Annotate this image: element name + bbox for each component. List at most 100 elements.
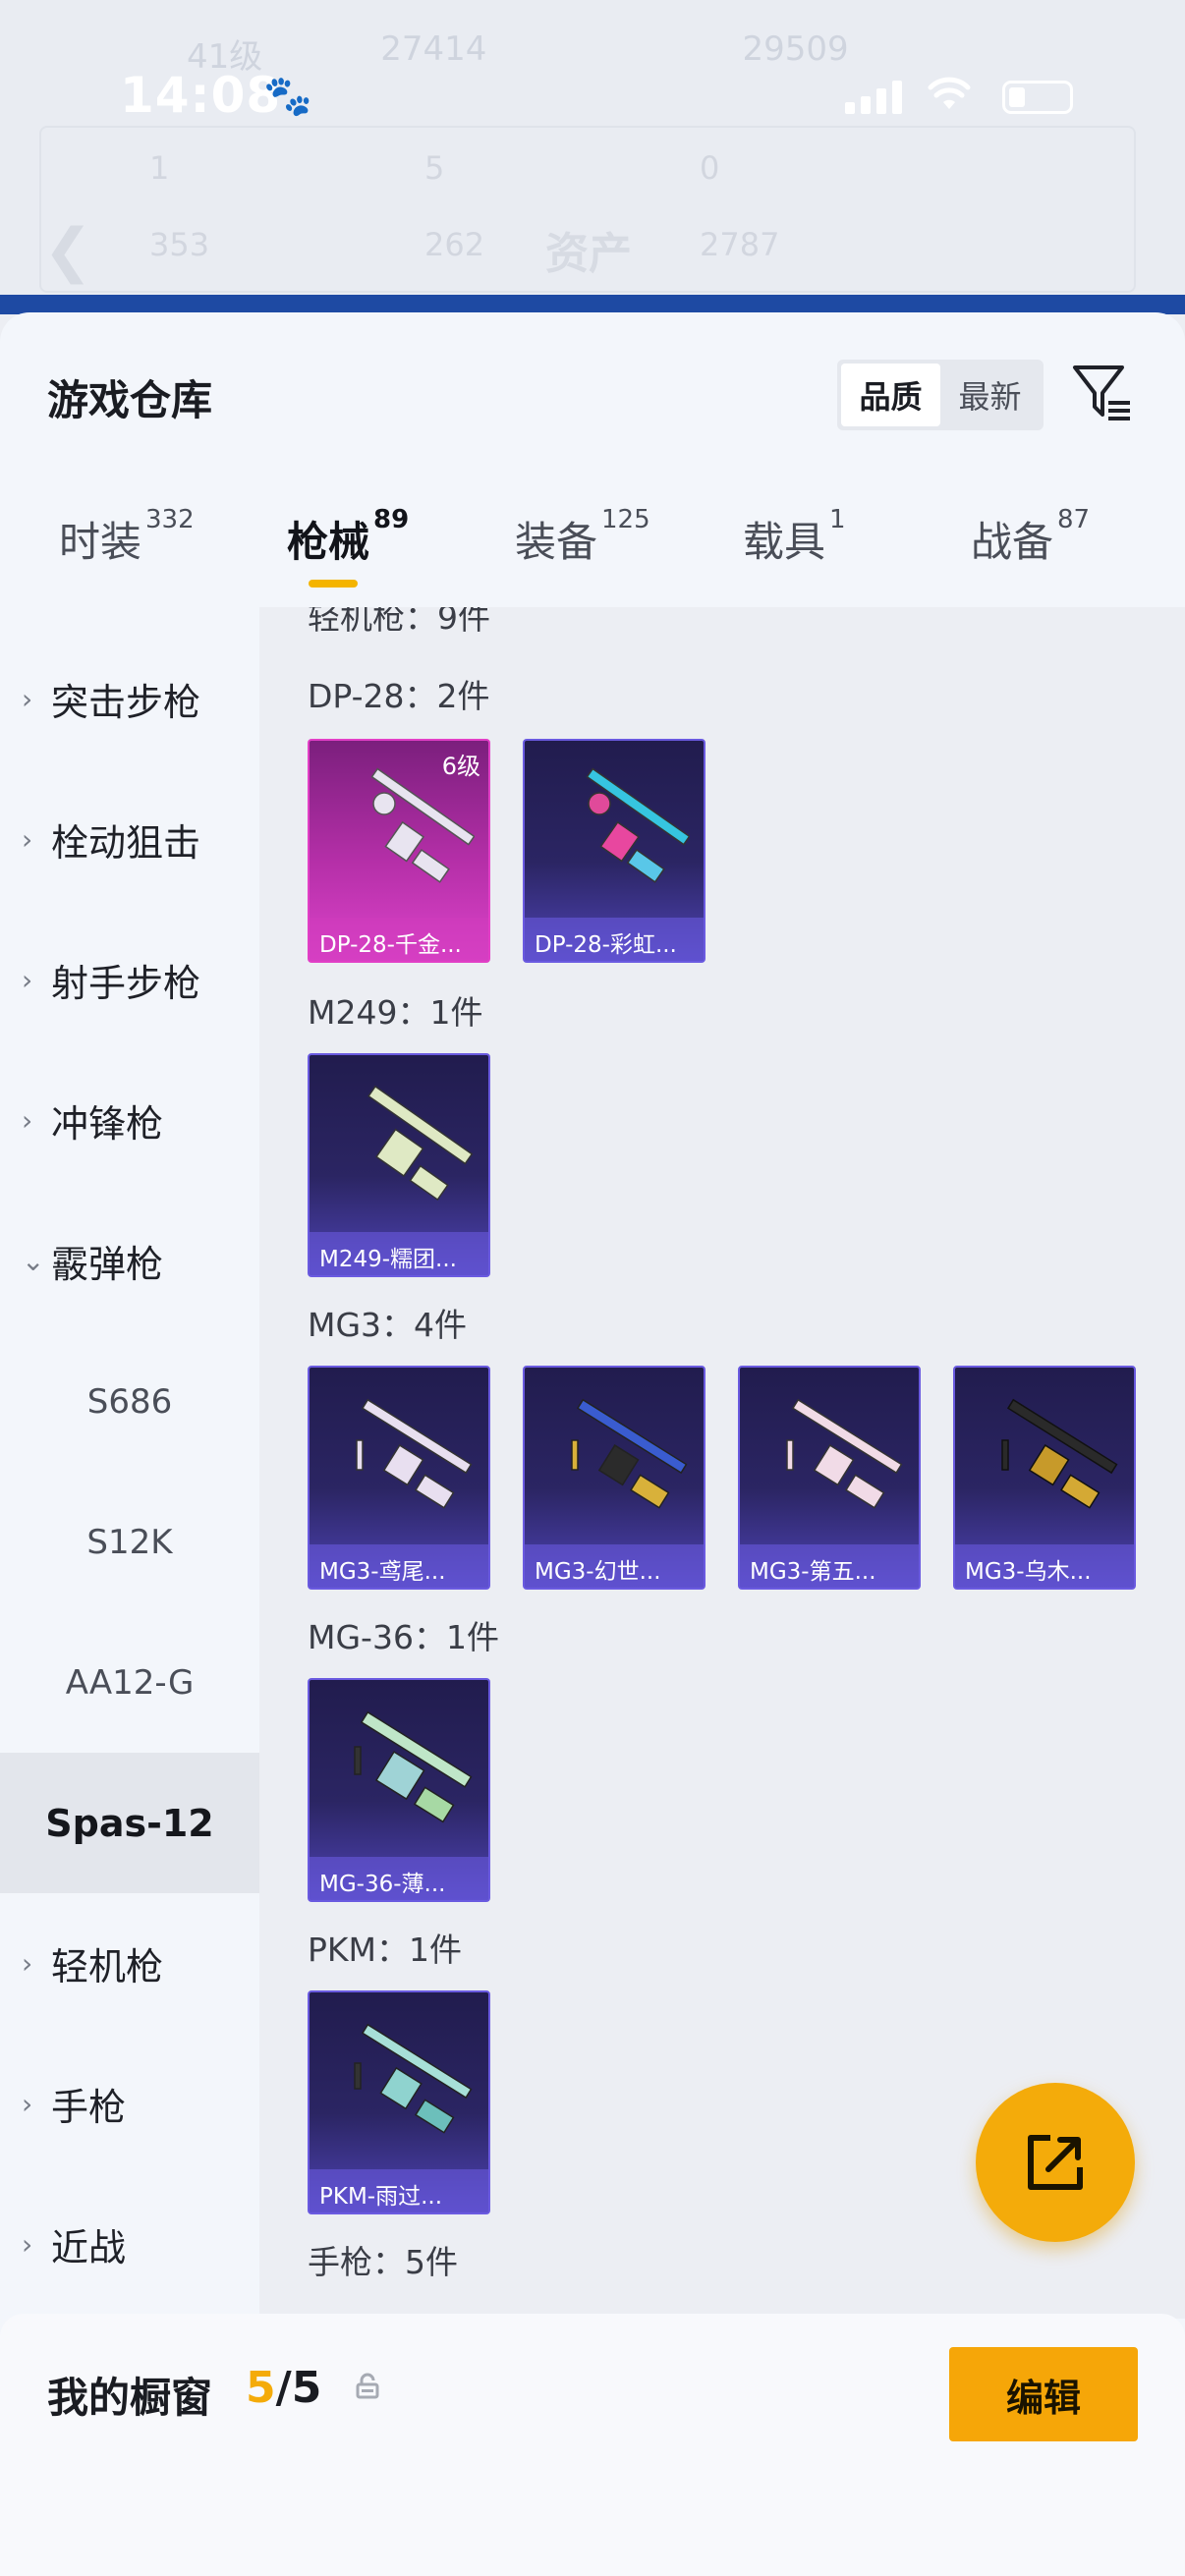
bg-strip [0, 295, 1185, 314]
sidebar-item-shotgun[interactable]: ⌄ 霰弹枪 [0, 1191, 259, 1331]
sidebar-sub-spas12[interactable]: Spas-12 [0, 1753, 259, 1893]
skin-name: MG3-幻世... [525, 1544, 704, 1588]
tab-vehicles[interactable]: 载具 1 [743, 505, 846, 569]
tab-count: 332 [145, 505, 195, 534]
skin-name: DP-28-彩虹... [525, 918, 704, 961]
skin-card[interactable]: M249-糯团... [308, 1053, 490, 1277]
skin-card[interactable]: MG3-幻世... [523, 1366, 705, 1590]
sidebar-sub-s686[interactable]: S686 [0, 1331, 259, 1472]
lock-icon [356, 2373, 379, 2399]
bg-stat-1: 1 [149, 149, 170, 187]
sheet-title: 游戏仓库 [47, 376, 213, 424]
sheet-header: 游戏仓库 品质 最新 [0, 312, 1185, 430]
skin-name: MG-36-薄... [310, 1857, 488, 1900]
showcase-bar: 我的橱窗 5/5 编辑 [0, 2314, 1185, 2576]
warehouse-sheet: 游戏仓库 品质 最新 时装 332 枪械 89 装备 125 载具 1 战备 87 › 突击… [0, 312, 1185, 2576]
status-time: 14:08 [120, 67, 282, 124]
sidebar-item-label: 手枪 [51, 2086, 127, 2129]
group-title-mg36: MG-36：1件 [308, 1618, 499, 1656]
paw-icon: 🐾 [263, 74, 312, 119]
sort-toggle[interactable]: 品质 最新 [837, 360, 1044, 430]
skin-name: MG3-鸢尾... [310, 1544, 488, 1588]
sidebar-item-lmg[interactable]: › 轻机枪 [0, 1893, 259, 2034]
skin-name: PKM-雨过... [310, 2169, 488, 2212]
tab-label: 装备 [515, 518, 598, 566]
tab-count: 87 [1057, 505, 1091, 534]
sidebar-sub-aa12g[interactable]: AA12-G [0, 1612, 259, 1753]
tab-count: 125 [601, 505, 650, 534]
skin-name: DP-28-千金... [310, 918, 488, 961]
bg-page-title: 资产 [545, 229, 632, 279]
share-icon [1028, 2135, 1083, 2190]
sidebar-item-assault-rifle[interactable]: › 突击步枪 [0, 629, 259, 769]
skin-name: MG3-乌木... [955, 1544, 1134, 1588]
back-icon[interactable]: ❮ [43, 216, 92, 285]
sidebar-item-label: 栓动狙击 [51, 821, 201, 865]
sidebar-item-bolt-sniper[interactable]: › 栓动狙击 [0, 769, 259, 910]
sort-latest-button[interactable]: 最新 [940, 364, 1040, 426]
group-title-pkm: PKM：1件 [308, 1931, 463, 1969]
sidebar-item-pistol[interactable]: › 手枪 [0, 2034, 259, 2174]
gun-icon [586, 767, 690, 883]
chevron-right-icon: › [22, 2228, 33, 2261]
chevron-down-icon: ⌄ [22, 1245, 45, 1277]
sort-quality-button[interactable]: 品质 [841, 364, 940, 426]
sidebar-item-label: 近战 [51, 2226, 127, 2269]
gun-icon [354, 1710, 473, 1823]
weapon-list[interactable]: 轻机枪：9件 DP-28：2件 6级 DP-28-千金... DP-28-彩虹.… [259, 607, 1185, 2319]
sidebar-item-label: 霰弹枪 [51, 1243, 164, 1286]
tab-supplies[interactable]: 战备 87 [971, 505, 1090, 569]
chevron-right-icon: › [22, 823, 33, 856]
signal-icon [845, 81, 902, 114]
skin-card[interactable]: MG3-第五... [738, 1366, 921, 1590]
showcase-total: 5 [291, 2363, 322, 2413]
bg-stat-6: 2787 [700, 226, 780, 263]
chevron-right-icon: › [22, 1947, 33, 1980]
filter-icon[interactable] [1071, 362, 1134, 424]
gun-icon [571, 1398, 688, 1509]
skin-card[interactable]: MG3-鸢尾... [308, 1366, 490, 1590]
sidebar-item-melee[interactable]: › 近战 [0, 2174, 259, 2315]
skin-card[interactable]: 6级 DP-28-千金... [308, 739, 490, 963]
battery-icon [1002, 81, 1073, 114]
chevron-right-icon: › [22, 2088, 33, 2120]
group-title-m249: M249：1件 [308, 993, 483, 1032]
gun-icon [367, 1085, 474, 1202]
bg-stat-5: 262 [424, 226, 485, 263]
tab-firearms[interactable]: 枪械 89 [287, 505, 409, 588]
skin-card[interactable]: MG3-乌木... [953, 1366, 1136, 1590]
edit-button[interactable]: 编辑 [949, 2347, 1138, 2441]
tab-active-indicator [309, 580, 358, 588]
bg-stat-3: 0 [700, 149, 720, 187]
showcase-used: 5 [246, 2363, 276, 2413]
sidebar-item-label: 轻机枪 [51, 1945, 164, 1988]
tab-label: 时装 [59, 518, 142, 566]
sidebar-sub-s12k[interactable]: S12K [0, 1472, 259, 1612]
tab-equipment[interactable]: 装备 125 [515, 505, 650, 569]
sidebar-item-label: 突击步枪 [51, 681, 201, 724]
showcase-count: 5/5 [246, 2363, 321, 2413]
sidebar-item-label: 射手步枪 [51, 962, 201, 1005]
bg-stat-4: 353 [149, 226, 210, 263]
sidebar-item-marksman[interactable]: › 射手步枪 [0, 910, 259, 1050]
sidebar-item-smg[interactable]: › 冲锋枪 [0, 1050, 259, 1191]
tab-label: 载具 [743, 518, 826, 566]
tab-count: 1 [829, 505, 846, 534]
gun-icon [370, 767, 475, 883]
skin-card[interactable]: PKM-雨过... [308, 1990, 490, 2214]
group-title-dp28: DP-28：2件 [308, 677, 490, 715]
chevron-right-icon: › [22, 1104, 33, 1137]
skin-card[interactable]: MG-36-薄... [308, 1678, 490, 1902]
share-button[interactable] [976, 2083, 1135, 2242]
background-page: 41级 27414 29509 1 5 0 353 262 2787 ❮ 资产 [0, 0, 1185, 314]
tab-count: 89 [373, 505, 410, 534]
group-title-lmg: 轻机枪：9件 [308, 607, 490, 637]
tab-fashion[interactable]: 时装 332 [59, 505, 195, 569]
sidebar-item-label: 冲锋枪 [51, 1102, 164, 1146]
group-title-mg3: MG3：4件 [308, 1306, 468, 1344]
showcase-separator: / [275, 2363, 292, 2413]
bg-stat-2: 5 [424, 149, 445, 187]
skin-card[interactable]: DP-28-彩虹... [523, 739, 705, 963]
gun-icon [356, 1398, 473, 1509]
group-title-pistol: 手枪：5件 [308, 2243, 458, 2281]
